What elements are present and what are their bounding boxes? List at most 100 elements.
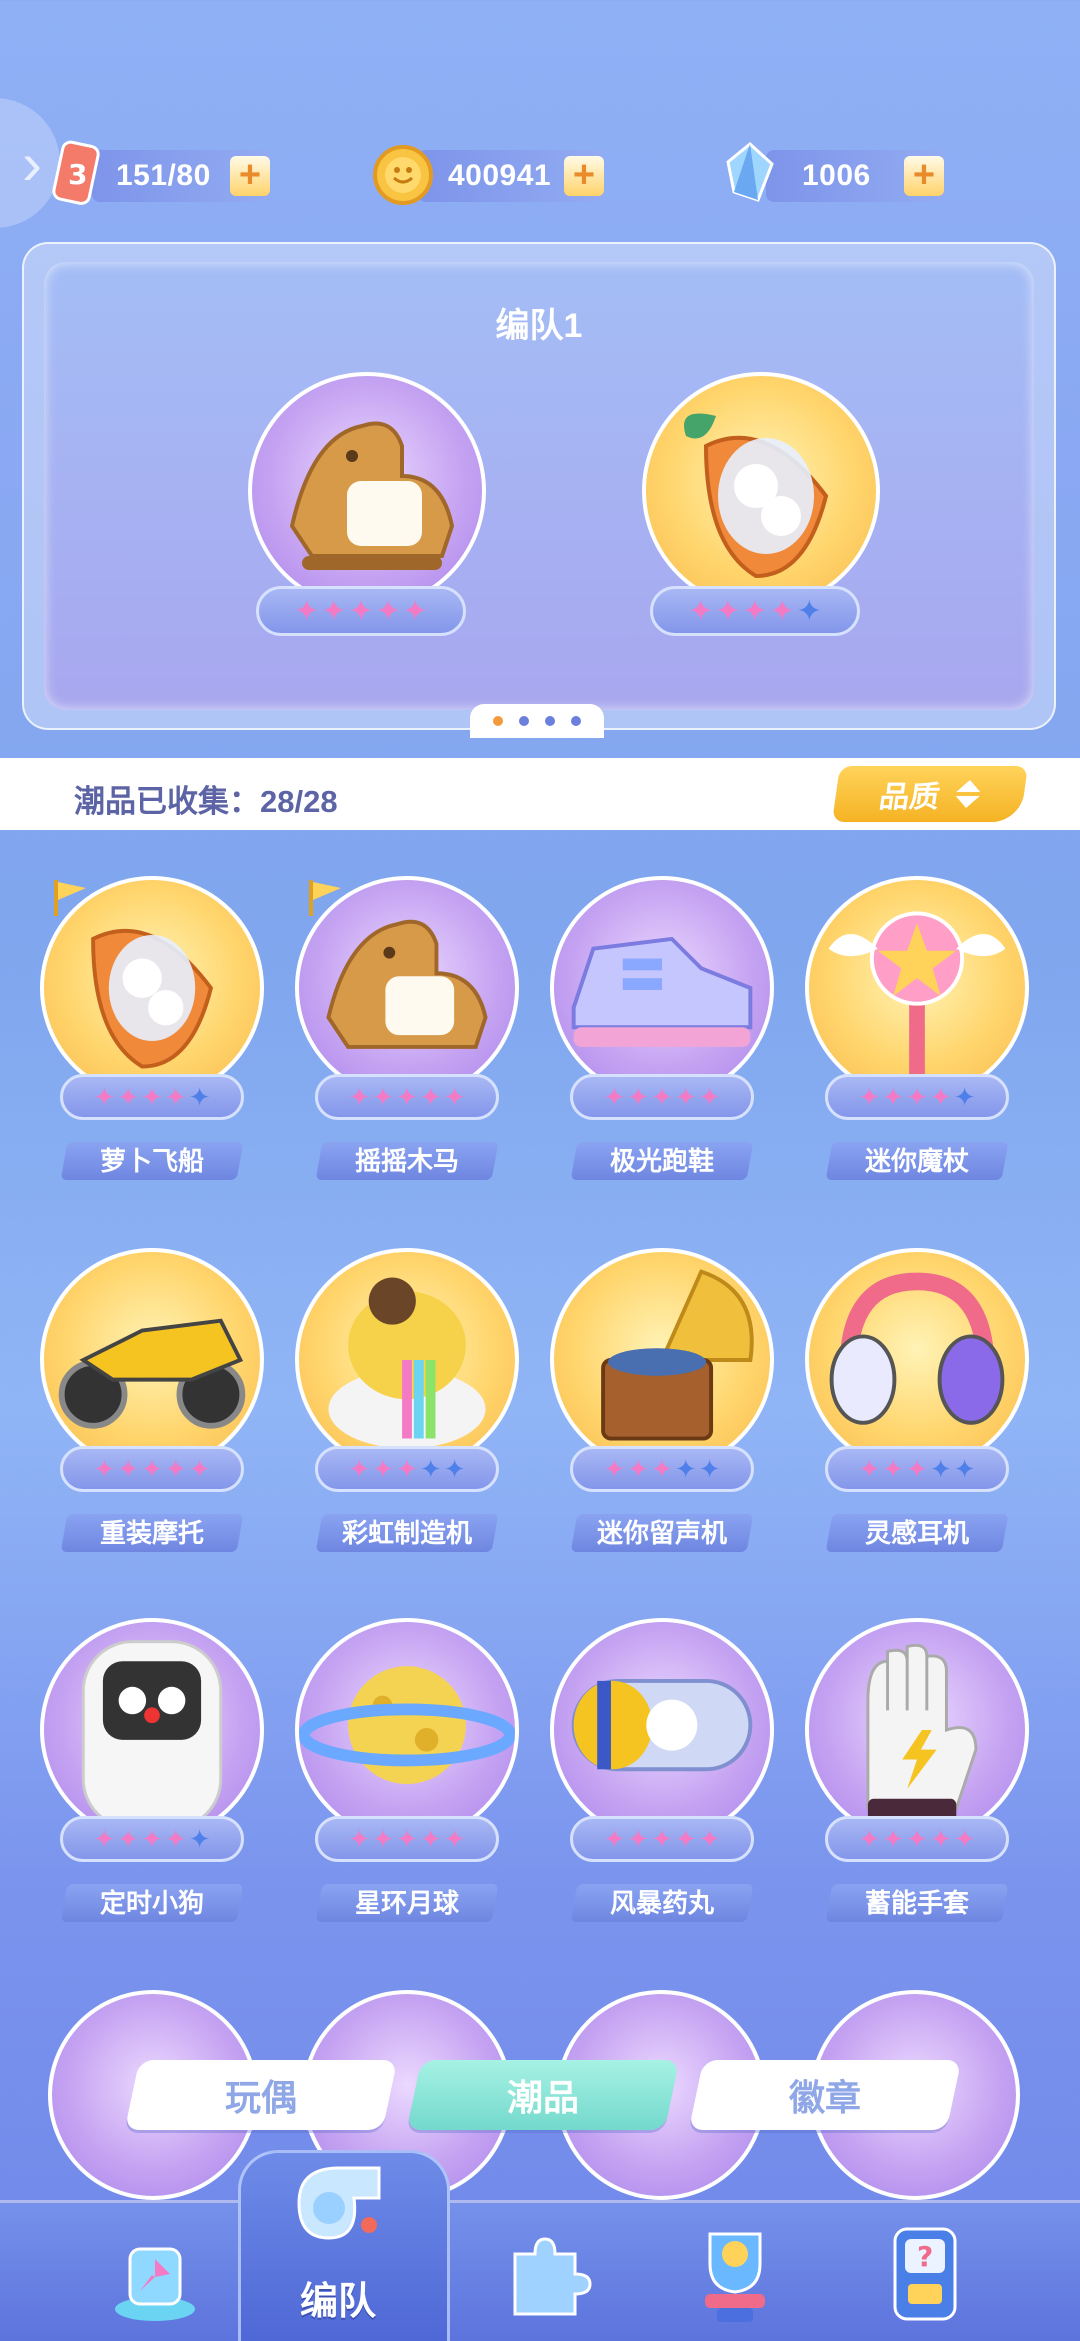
- collection-item[interactable]: ✦ ✦ ✦ ✦ ✦ 定时小狗: [40, 1618, 264, 1928]
- star-empty-icon: ✦: [953, 1454, 976, 1484]
- nav-trophy[interactable]: [660, 2203, 810, 2341]
- star-icon: ✦: [141, 1824, 163, 1854]
- star-icon: ✦: [372, 1824, 395, 1854]
- collection-item[interactable]: ✦ ✦ ✦ ✦ ✦ 摇摇木马: [295, 876, 519, 1186]
- star-icon: ✦: [396, 1454, 418, 1484]
- star-icon: ✦: [627, 1454, 650, 1484]
- item-stars: ✦ ✦ ✦ ✦ ✦: [315, 1074, 499, 1120]
- whistle-icon: [297, 2166, 381, 2240]
- collection-item[interactable]: ✦ ✦ ✦ ✦ ✦ 重装摩托: [40, 1248, 264, 1558]
- puzzle-icon: [513, 2236, 592, 2315]
- star-empty-icon: ✦: [674, 1454, 697, 1484]
- collection-item[interactable]: ✦ ✦ ✦ ✦ ✦ 迷你魔杖: [805, 876, 1029, 1186]
- stamina-resource: 3 151/80 +: [52, 140, 270, 205]
- page-dot[interactable]: [519, 716, 529, 726]
- collection-item[interactable]: ✦ ✦ ✦ ✦ ✦ 极光跑鞋: [550, 876, 774, 1186]
- team-slot-1[interactable]: ✦ ✦ ✦ ✦ ✦: [242, 372, 492, 642]
- item-name-plate: 迷你留声机: [570, 1514, 754, 1552]
- add-crystals-button[interactable]: +: [904, 156, 944, 196]
- sort-quality-button[interactable]: 品质: [832, 766, 1028, 822]
- collection-item[interactable]: ✦ ✦ ✦ ✦ ✦ 萝卜飞船: [40, 876, 264, 1186]
- star-icon: ✦: [117, 1454, 140, 1484]
- star-empty-icon: ✦: [698, 1454, 721, 1484]
- nav-pinwheel[interactable]: [80, 2203, 230, 2341]
- collection-item[interactable]: ✦ ✦ ✦ ✦ ✦ 星环月球: [295, 1618, 519, 1928]
- star-icon: ✦: [348, 1082, 371, 1112]
- headphones-icon: [829, 1272, 1005, 1425]
- star-icon: ✦: [443, 1824, 466, 1854]
- storm-pill-icon: [571, 1678, 753, 1772]
- star-icon: ✦: [688, 594, 714, 628]
- item-circle: [40, 1248, 264, 1472]
- star-empty-icon: ✦: [188, 1082, 211, 1112]
- star-icon: ✦: [651, 1454, 673, 1484]
- timer-dog-icon: [81, 1640, 223, 1830]
- add-stamina-button[interactable]: +: [230, 156, 270, 196]
- collection-item[interactable]: ✦ ✦ ✦ ✦ ✦ 蓄能手套: [805, 1618, 1029, 1928]
- star-icon: ✦: [882, 1824, 905, 1854]
- star-icon: ✦: [651, 1082, 673, 1112]
- rainbow-machine-icon: [328, 1277, 486, 1449]
- collection-item[interactable]: ✦ ✦ ✦ ✦ ✦ 彩虹制造机: [295, 1248, 519, 1558]
- item-name-plate: 风暴药丸: [570, 1884, 754, 1922]
- gramophone-icon: [601, 1269, 754, 1441]
- nav-mystery-machine[interactable]: ?: [850, 2203, 1000, 2341]
- item-name: 彩虹制造机: [341, 1518, 472, 1548]
- crystals-resource: 1006 +: [726, 142, 944, 202]
- item-circle: [805, 1618, 1029, 1842]
- star-empty-icon: ✦: [929, 1454, 952, 1484]
- star-icon: ✦: [906, 1824, 928, 1854]
- team-slot-2[interactable]: ✦ ✦ ✦ ✦ ✦: [636, 372, 886, 642]
- item-name-plate: 灵感耳机: [825, 1514, 1009, 1552]
- collection-item[interactable]: ✦ ✦ ✦ ✦ ✦ 迷你留声机: [550, 1248, 774, 1558]
- trophy-icon: [705, 2232, 765, 2322]
- item-name: 迷你留声机: [596, 1518, 727, 1548]
- team-slot-2-stars: ✦ ✦ ✦ ✦ ✦: [650, 586, 860, 636]
- item-name: 迷你魔杖: [864, 1146, 969, 1176]
- team-pager[interactable]: [470, 704, 604, 738]
- star-empty-icon: ✦: [796, 594, 822, 628]
- slot-circle: [248, 372, 486, 610]
- star-empty-icon: ✦: [188, 1824, 211, 1854]
- slot-circle: [642, 372, 880, 610]
- star-icon: ✦: [882, 1082, 905, 1112]
- item-name: 星环月球: [354, 1888, 459, 1918]
- star-icon: ✦: [603, 1824, 626, 1854]
- add-coins-button[interactable]: +: [564, 156, 604, 196]
- star-icon: ✦: [906, 1082, 928, 1112]
- page-dot[interactable]: [571, 716, 581, 726]
- star-icon: ✦: [882, 1454, 905, 1484]
- item-circle: [295, 1618, 519, 1842]
- star-icon: ✦: [858, 1454, 881, 1484]
- nav-puzzle[interactable]: [470, 2203, 620, 2341]
- collection-header: 潮品已收集：28/28 品质: [0, 758, 1080, 830]
- tab-dolls[interactable]: 玩偶: [124, 2060, 398, 2130]
- ticket-icon: 3: [52, 140, 100, 205]
- star-icon: ✦: [769, 594, 795, 628]
- collection-item[interactable]: ✦ ✦ ✦ ✦ ✦ 灵感耳机: [805, 1248, 1029, 1558]
- star-icon: ✦: [674, 1824, 697, 1854]
- tab-label: 玩偶: [224, 2077, 297, 2118]
- collection-item[interactable]: ✦ ✦ ✦ ✦ ✦ 风暴药丸: [550, 1618, 774, 1928]
- star-icon: ✦: [443, 1082, 466, 1112]
- star-icon: ✦: [698, 1824, 721, 1854]
- gold-coin-icon: [373, 145, 433, 205]
- star-icon: ✦: [348, 1824, 371, 1854]
- star-icon: ✦: [929, 1824, 952, 1854]
- item-name-plate: 重装摩托: [60, 1514, 244, 1552]
- star-icon: ✦: [627, 1082, 650, 1112]
- star-icon: ✦: [348, 1454, 371, 1484]
- magic-wand-icon: [828, 911, 1006, 1087]
- item-circle: [805, 1248, 1029, 1472]
- star-icon: ✦: [603, 1454, 626, 1484]
- item-stars: ✦ ✦ ✦ ✦ ✦: [570, 1074, 754, 1120]
- item-name: 重装摩托: [99, 1518, 204, 1548]
- item-circle: [550, 876, 774, 1100]
- page-dot[interactable]: [545, 716, 555, 726]
- bottom-nav: ?: [0, 2200, 1080, 2341]
- star-icon: ✦: [396, 1082, 418, 1112]
- item-name: 定时小狗: [99, 1888, 204, 1918]
- tab-badges[interactable]: 徽章: [688, 2060, 962, 2130]
- tab-trendy-items[interactable]: 潮品: [406, 2060, 680, 2130]
- page-dot[interactable]: [493, 716, 503, 726]
